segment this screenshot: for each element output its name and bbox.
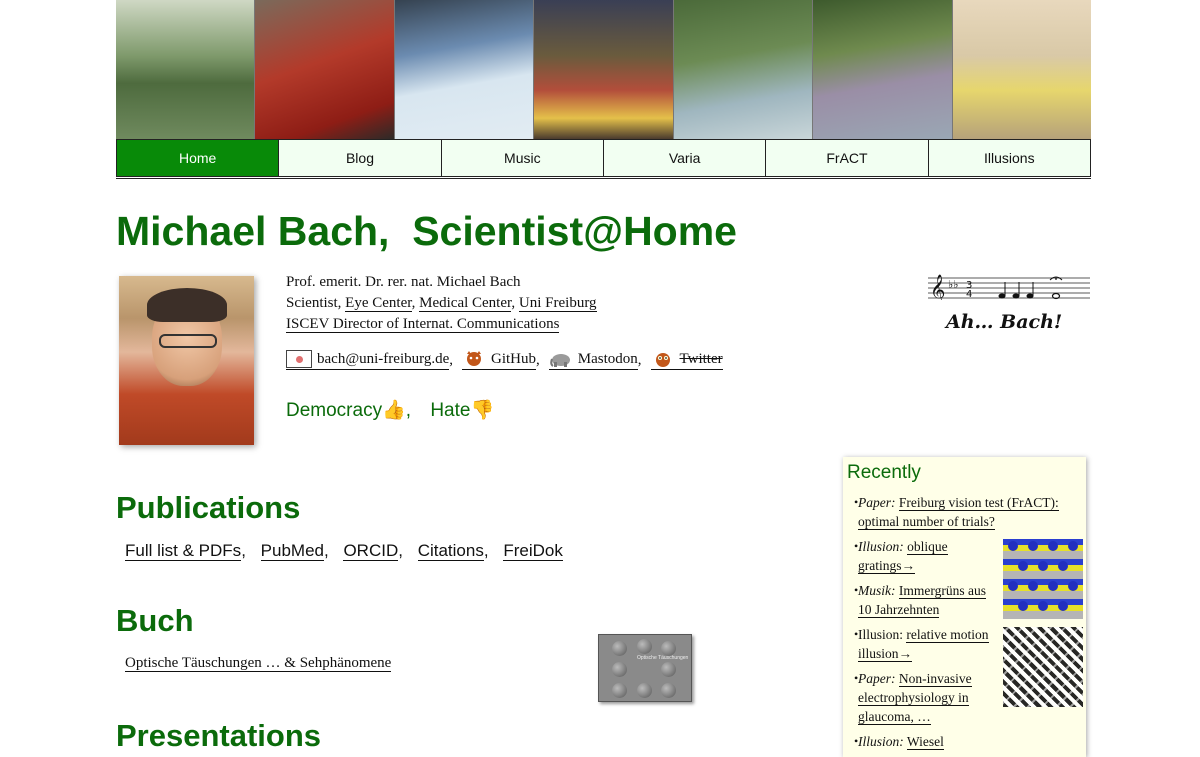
header-banner xyxy=(116,0,1091,139)
tab-home[interactable]: Home xyxy=(116,139,280,177)
item-kind: Illusion: xyxy=(858,627,904,642)
item-kind: Musik: xyxy=(858,583,896,598)
book-cover-image[interactable]: Optische Täuschungen xyxy=(598,634,692,702)
separator: , xyxy=(411,295,420,311)
freidok-link[interactable]: FreiDok xyxy=(503,541,563,561)
list-item: Musik: Immergrüns aus 10 Jahrzehnten xyxy=(854,581,998,619)
mail-icon xyxy=(286,350,312,368)
tab-music[interactable]: Music xyxy=(441,139,604,177)
tab-illusions[interactable]: Illusions xyxy=(928,139,1091,177)
mastodon-icon xyxy=(549,354,570,367)
mastodon-text: Mastodon xyxy=(577,350,638,367)
item-kind: Paper: xyxy=(858,671,896,686)
separator: , xyxy=(398,541,403,560)
email-text: bach@uni-freiburg.de xyxy=(317,350,450,367)
book-cover-title: Optische Täuschungen xyxy=(637,655,689,661)
separator: , xyxy=(637,351,642,368)
democracy-link[interactable]: Democracy👍 xyxy=(286,400,406,421)
list-item: Paper: Freiburg vision test (FrACT): opt… xyxy=(854,493,1083,531)
separator: , xyxy=(536,351,540,368)
octocat-icon xyxy=(467,351,481,366)
list-item: Illusion: relative motion illusion→ xyxy=(854,625,998,663)
iscev-link[interactable]: ISCEV Director of Internat. Communicatio… xyxy=(286,316,560,333)
mastodon-link[interactable]: Mastodon xyxy=(548,350,638,370)
separator: , xyxy=(241,541,246,560)
svg-text:4: 4 xyxy=(966,289,972,300)
recently-heading: Recently xyxy=(847,462,921,483)
kayak-whitewater-photo xyxy=(394,0,535,139)
citations-link[interactable]: Citations xyxy=(417,541,484,561)
recent-link-wiesel[interactable]: Wiesel xyxy=(906,734,944,750)
separator: , xyxy=(449,351,453,368)
thumbs-down-icon: 👎 xyxy=(470,400,495,421)
github-link[interactable]: GitHub xyxy=(462,350,536,370)
publications-heading: Publications xyxy=(116,490,301,525)
hate-link[interactable]: Hate👎 xyxy=(430,400,494,421)
bach-logo-text: Ah… Bach! xyxy=(946,311,1063,333)
page-title: Michael Bach, Scientist@Home xyxy=(116,208,737,254)
guitar-red-shirt-photo xyxy=(255,0,395,139)
main-nav: Home Blog Music Varia FrACT Illusions xyxy=(116,139,1091,179)
couple-photo xyxy=(813,0,953,139)
uni-freiburg-link[interactable]: Uni Freiburg xyxy=(518,295,597,312)
eye-center-link[interactable]: Eye Center xyxy=(345,295,412,312)
profile-name-line: Prof. emerit. Dr. rer. nat. Michael Bach xyxy=(286,274,521,290)
buch-heading: Buch xyxy=(116,603,194,638)
publications-links: Full list & PDFs, PubMed, ORCID, Citatio… xyxy=(125,541,563,561)
item-kind: Paper: xyxy=(858,495,896,510)
orcid-link[interactable]: ORCID xyxy=(343,541,399,561)
buch-line: Optische Täuschungen … & Sehphänomene xyxy=(125,655,392,672)
item-kind: Illusion: xyxy=(858,734,904,749)
separator: , xyxy=(483,541,489,560)
svg-text:♭♭: ♭♭ xyxy=(948,278,958,291)
hate-text: Hate xyxy=(430,400,471,421)
separator: , xyxy=(511,295,519,311)
garden-pond-photo xyxy=(116,0,256,139)
tab-blog[interactable]: Blog xyxy=(279,139,442,177)
pubmed-link[interactable]: PubMed xyxy=(260,541,324,561)
bach-logo: 𝄞 ♭♭ 3 4 Ah… Bach! xyxy=(926,268,1091,340)
profile-affiliation-line: Scientist, Eye Center, Medical Center, U… xyxy=(286,293,597,314)
list-item: Paper: Non-invasive electrophysiology in… xyxy=(854,669,998,726)
svg-text:𝄞: 𝄞 xyxy=(930,274,945,300)
owl-icon xyxy=(655,353,670,367)
profile-info: Prof. emerit. Dr. rer. nat. Michael Bach… xyxy=(286,272,597,335)
democracy-text: Democracy xyxy=(286,400,383,421)
profile-iscev-line: ISCEV Director of Internat. Communicatio… xyxy=(286,314,597,335)
thumbs-up-icon: 👍 xyxy=(382,400,406,421)
item-kind: Illusion: xyxy=(858,539,904,554)
portrait-photo xyxy=(119,276,254,445)
presentations-heading: Presentations xyxy=(116,718,322,753)
twitter-text: Twitter xyxy=(679,350,723,367)
medical-center-link[interactable]: Medical Center xyxy=(419,295,512,312)
tab-fract[interactable]: FrACT xyxy=(766,139,929,177)
book-link[interactable]: Optische Täuschungen … & Sehphänomene xyxy=(125,655,392,672)
full-list-link[interactable]: Full list & PDFs xyxy=(125,541,242,561)
separator: , xyxy=(405,400,412,421)
affiliation-prefix: Scientist, xyxy=(286,295,346,311)
acoustic-guitar-photo xyxy=(952,0,1091,139)
contact-links: bach@uni-freiburg.de , GitHub , Mastodon… xyxy=(286,350,723,370)
list-item: Illusion: oblique gratings→ xyxy=(854,537,998,575)
lecture-flowers-photo xyxy=(534,0,674,139)
separator: , xyxy=(323,541,329,560)
list-item: Illusion: Wiesel xyxy=(854,732,998,751)
recently-list: Paper: Freiburg vision test (FrACT): opt… xyxy=(843,493,1083,757)
oblique-gratings-thumbnail[interactable] xyxy=(1003,539,1083,619)
twitter-link[interactable]: Twitter xyxy=(650,350,723,370)
music-staff-icon: 𝄞 ♭♭ 3 4 xyxy=(928,274,1090,300)
tab-varia[interactable]: Varia xyxy=(603,139,767,177)
github-text: GitHub xyxy=(491,350,536,367)
email-link[interactable]: bach@uni-freiburg.de xyxy=(286,350,450,370)
waterski-photo xyxy=(673,0,814,139)
democracy-line: Democracy👍, Hate👎 xyxy=(286,398,494,422)
relative-motion-thumbnail[interactable] xyxy=(1003,627,1083,707)
